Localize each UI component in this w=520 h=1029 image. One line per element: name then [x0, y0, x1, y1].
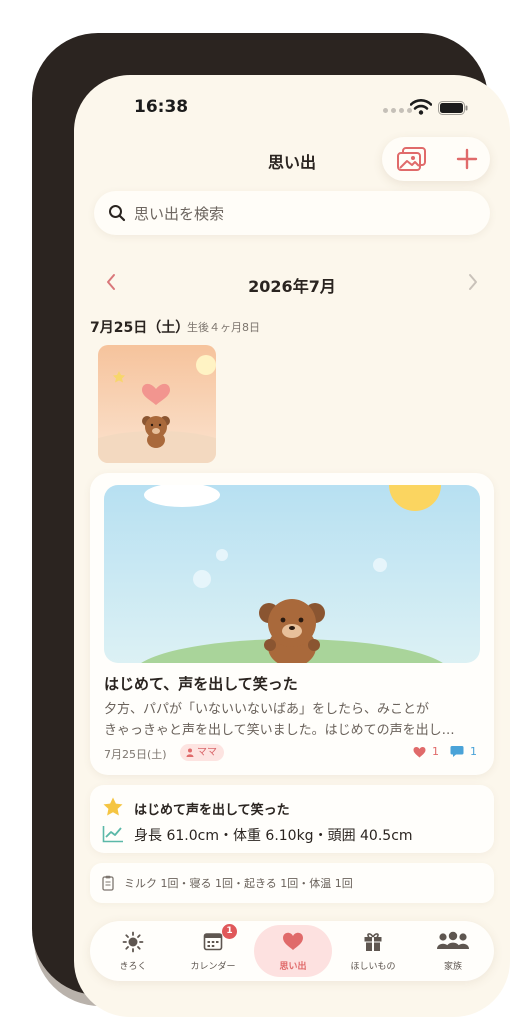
- sun-icon: [122, 931, 144, 953]
- milestone-card[interactable]: はじめて声を出して笑った 身長 61.0cm・体重 6.10kg・頭囲 40.5…: [90, 785, 494, 853]
- chevron-right-icon[interactable]: [466, 272, 480, 292]
- signal-icon: [383, 108, 412, 113]
- memory-body-line: 夕方、パパが「いないいないばあ」をしたら、みことが: [104, 702, 430, 717]
- plus-icon[interactable]: [452, 144, 482, 174]
- gift-icon: [364, 933, 382, 951]
- like-button[interactable]: 1: [413, 745, 439, 758]
- tab-wishlist[interactable]: ほしいもの: [334, 925, 412, 977]
- memory-body: 夕方、パパが「いないいないばあ」をしたら、みことが きゃっきゃと声を出して笑いま…: [104, 699, 484, 741]
- tab-label: ほしいもの: [350, 962, 396, 972]
- age-label: 生後４ヶ月8日: [187, 321, 260, 334]
- growth-stats: 身長 61.0cm・体重 6.10kg・頭囲 40.5cm: [134, 828, 413, 844]
- device-frame: 16:38 思い出 思い出を検索 2026年7月 7月25日（土） 生後４ヶ月8…: [32, 33, 510, 1017]
- tab-bar: きろく 1 カレンダー 思い出 ほしいもの 家族: [90, 921, 494, 981]
- comment-count: 1: [470, 745, 477, 758]
- daily-log-card[interactable]: ミルク 1回・寝る 1回・起きる 1回・体温 1回: [90, 863, 494, 903]
- tab-calendar[interactable]: 1 カレンダー: [174, 924, 252, 977]
- date-heading: 7月25日（土）: [90, 320, 190, 336]
- tab-label: きろく: [119, 962, 147, 972]
- tab-label: 家族: [443, 962, 462, 972]
- header-actions: [382, 137, 490, 181]
- memory-photo: [104, 485, 480, 663]
- tab-family[interactable]: 家族: [414, 925, 492, 977]
- star-icon: [103, 797, 123, 816]
- author-name: ママ: [197, 747, 217, 758]
- battery-icon: [438, 101, 468, 115]
- search-icon: [109, 205, 126, 222]
- memory-thumbnail[interactable]: [98, 345, 216, 463]
- heart-icon: [283, 932, 303, 950]
- calendar-icon: [203, 933, 223, 951]
- photos-icon[interactable]: [396, 145, 428, 173]
- status-time: 16:38: [134, 97, 189, 117]
- memory-title: はじめて、声を出して笑った: [104, 675, 298, 693]
- tab-label: 思い出: [279, 962, 307, 972]
- memory-date: 7月25日(土): [104, 748, 167, 761]
- like-count: 1: [432, 745, 439, 758]
- person-icon: [186, 748, 194, 757]
- comment-button[interactable]: 1: [450, 745, 477, 758]
- clipboard-icon: [102, 875, 114, 891]
- search-bar[interactable]: 思い出を検索: [94, 191, 490, 235]
- app-screen: 16:38 思い出 思い出を検索 2026年7月 7月25日（土） 生後４ヶ月8…: [74, 75, 510, 1017]
- notification-badge: 1: [222, 924, 237, 939]
- thumbnail-illustration: [98, 345, 216, 463]
- month-title: 2026年7月: [248, 277, 336, 296]
- memory-body-line: きゃっきゃと声を出して笑いました。はじめての声を出し…: [104, 723, 455, 738]
- tab-kiroku[interactable]: きろく: [94, 925, 172, 977]
- family-icon: [437, 931, 469, 949]
- milestone-title: はじめて声を出して笑った: [134, 803, 290, 818]
- comment-icon: [450, 746, 464, 757]
- memory-illustration: [104, 485, 480, 663]
- search-input[interactable]: 思い出を検索: [134, 203, 224, 224]
- author-badge: ママ: [180, 744, 224, 761]
- heart-icon: [413, 746, 426, 757]
- memory-card[interactable]: はじめて、声を出して笑った 夕方、パパが「いないいないばあ」をしたら、みことが …: [90, 473, 494, 775]
- daily-log-summary: ミルク 1回・寝る 1回・起きる 1回・体温 1回: [124, 877, 353, 890]
- tab-memories[interactable]: 思い出: [254, 925, 332, 977]
- wifi-icon: [410, 99, 432, 115]
- growth-chart-icon: [102, 826, 123, 843]
- tab-label: カレンダー: [190, 962, 236, 972]
